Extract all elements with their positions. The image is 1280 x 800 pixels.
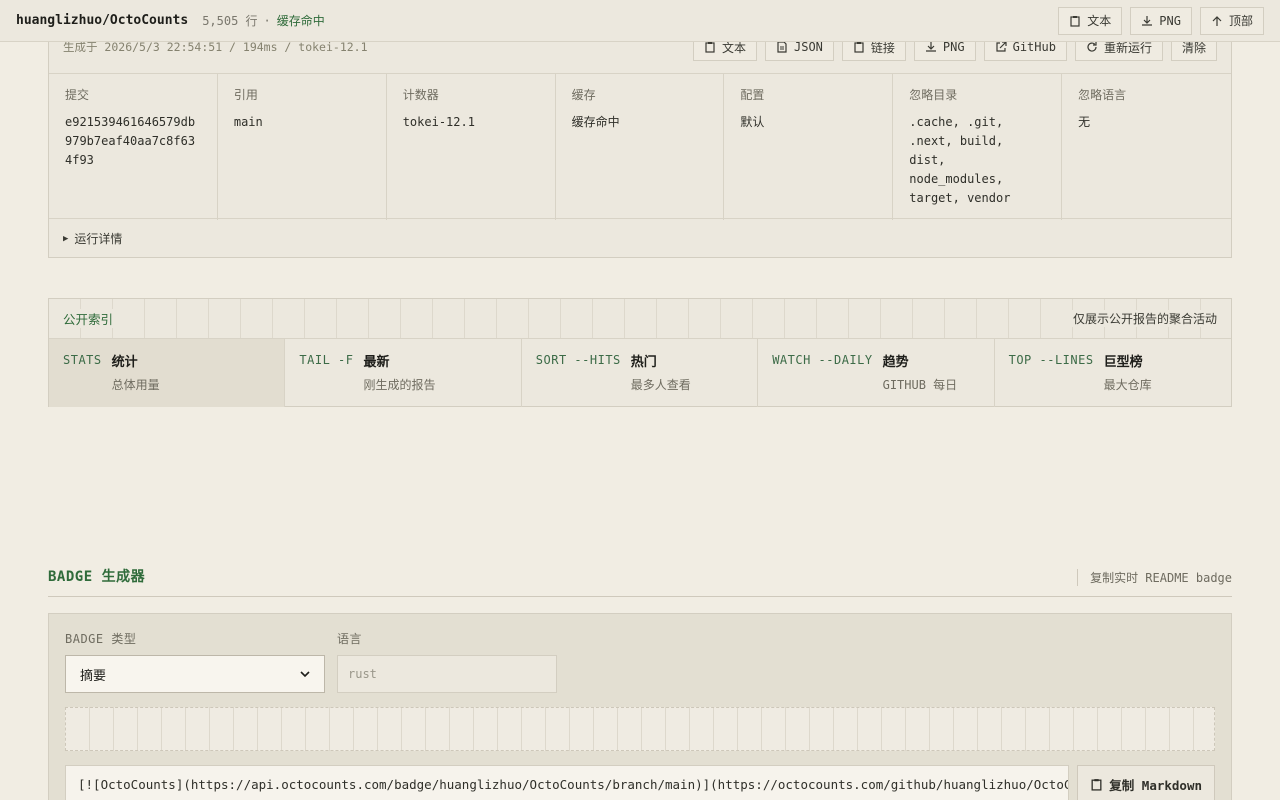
run-png-label: PNG (942, 40, 965, 54)
meta-value: .cache, .git, .next, build, dist, node_m… (909, 115, 1011, 205)
clipboard-icon (705, 42, 715, 53)
tab-stats[interactable]: STATS 统计 总体用量 (49, 339, 286, 407)
run-json-label: JSON (794, 40, 823, 54)
download-png-button[interactable]: PNG (1130, 6, 1192, 35)
meta-key: 计数器 (402, 88, 439, 102)
markdown-snippet[interactable]: [![OctoCounts](https://api.octocounts.co… (65, 765, 1070, 800)
copy-markdown-button[interactable]: 复制 Markdown (1077, 765, 1215, 800)
badge-type-field: BADGE 类型 摘要 (65, 630, 325, 693)
repo-name[interactable]: huanglizhuo/OctoCounts (16, 13, 188, 28)
tab-label: 统计 (111, 355, 138, 370)
meta-key: 忽略目录 (909, 88, 958, 102)
tab-label: 巨型榜 (1103, 355, 1143, 370)
download-icon (1142, 15, 1153, 26)
clipboard-icon (1070, 15, 1080, 27)
meta-ref: 引用 main (218, 74, 387, 220)
separator: · (263, 13, 271, 28)
tab-trending[interactable]: WATCH --DAILY 趋势 GITHUB 每日 (758, 339, 995, 407)
tab-command: TOP --LINES (1008, 353, 1094, 367)
badge-generator-card: BADGE 类型 摘要 语言 rust [![OctoCounts](https… (48, 613, 1232, 800)
badge-type-label: BADGE 类型 (65, 632, 137, 646)
run-github-label: GitHub (1012, 40, 1056, 54)
public-index-note: 仅展示公开报告的聚合活动 (1068, 310, 1217, 327)
badge-preview (65, 707, 1215, 751)
tab-latest[interactable]: TAIL -F 最新 刚生成的报告 (285, 339, 522, 407)
tab-subtitle: 最大仓库 (1103, 378, 1152, 392)
run-details-toggle[interactable]: ▶ 运行详情 (49, 219, 1231, 258)
top-actions: 文本 PNG 顶部 (1058, 6, 1264, 35)
meta-value: 缓存命中 (571, 115, 620, 129)
tab-subtitle: 总体用量 (111, 378, 160, 392)
run-meta-grid: 提交 e921539461646579db979b7eaf40aa7c8f634… (49, 74, 1231, 220)
meta-value: e921539461646579db979b7eaf40aa7c8f634f93 (65, 115, 196, 167)
copy-markdown-label: 复制 Markdown (1109, 777, 1202, 793)
badge-type-select[interactable]: 摘要 (65, 655, 325, 693)
badge-fields: BADGE 类型 摘要 语言 rust (65, 630, 1215, 693)
meta-counter: 计数器 tokei-12.1 (387, 74, 556, 220)
file-icon (777, 41, 787, 53)
meta-commit: 提交 e921539461646579db979b7eaf40aa7c8f634… (49, 74, 218, 220)
tab-giants[interactable]: TOP --LINES 巨型榜 最大仓库 (995, 339, 1231, 407)
index-tabs: STATS 统计 总体用量 TAIL -F 最新 刚生成的报告 SORT --H… (49, 339, 1231, 407)
meta-value: 默认 (740, 115, 765, 129)
language-input[interactable]: rust (337, 655, 557, 693)
download-png-label: PNG (1159, 13, 1181, 28)
chevron-down-icon (300, 671, 310, 678)
clipboard-icon (1091, 778, 1102, 791)
copy-text-label: 文本 (1087, 14, 1112, 28)
badge-section-header: BADGE 生成器 复制实时 README badge (48, 566, 1232, 597)
meta-cache: 缓存 缓存命中 (556, 74, 725, 220)
meta-ignored-dirs: 忽略目录 .cache, .git, .next, build, dist, n… (893, 74, 1063, 220)
tab-label: 趋势 (882, 355, 909, 370)
download-icon (925, 42, 936, 52)
badge-heading: BADGE 生成器 (48, 569, 146, 585)
public-index-title: 公开索引 (63, 309, 118, 328)
tab-command: WATCH --DAILY (772, 353, 873, 367)
meta-ignored-langs: 忽略语言 无 (1062, 74, 1231, 220)
tab-subtitle: 最多人查看 (630, 378, 691, 392)
cache-status: 缓存命中 (276, 14, 325, 28)
tab-command: SORT --HITS (535, 353, 621, 367)
language-placeholder: rust (348, 667, 377, 681)
public-index-header: 公开索引 仅展示公开报告的聚合活动 (49, 299, 1231, 339)
clipboard-icon (854, 42, 864, 53)
meta-config: 配置 默认 (724, 74, 894, 220)
tab-label: 热门 (630, 355, 657, 370)
meta-value: 无 (1078, 115, 1091, 129)
top-bar: huanglizhuo/OctoCounts 5,505 行 · 缓存命中 文本… (0, 0, 1280, 42)
meta-value: main (233, 115, 263, 129)
run-details-label: 运行详情 (74, 232, 123, 246)
markdown-row: [![OctoCounts](https://api.octocounts.co… (65, 765, 1215, 800)
language-field: 语言 rust (337, 630, 557, 693)
scroll-top-button[interactable]: 顶部 (1199, 6, 1264, 35)
meta-key: 忽略语言 (1078, 88, 1127, 102)
scroll-top-label: 顶部 (1228, 14, 1253, 28)
tab-popular[interactable]: SORT --HITS 热门 最多人查看 (522, 339, 759, 407)
refresh-icon (1087, 42, 1097, 52)
line-count: 5,505 行 (202, 14, 258, 28)
meta-value: tokei-12.1 (402, 115, 475, 129)
meta-key: 引用 (233, 88, 258, 102)
language-label: 语言 (337, 632, 363, 646)
public-index-card: 公开索引 仅展示公开报告的聚合活动 STATS 统计 总体用量 TAIL -F … (48, 298, 1232, 407)
run-card: 生成于 2026/5/3 22:54:51 / 194ms / tokei-12… (48, 20, 1232, 258)
copy-text-button[interactable]: 文本 (1058, 6, 1123, 35)
tab-label: 最新 (363, 355, 390, 370)
tab-subtitle: GITHUB 每日 (882, 378, 958, 392)
tab-command: TAIL -F (299, 353, 354, 367)
badge-type-value: 摘要 (80, 668, 107, 684)
tab-command: STATS (63, 353, 102, 367)
badge-copy-hint: 复制实时 README badge (1077, 569, 1232, 586)
meta-key: 配置 (740, 88, 765, 102)
tab-subtitle: 刚生成的报告 (363, 378, 436, 392)
external-link-icon (996, 41, 1007, 52)
arrow-up-icon (1212, 15, 1222, 26)
meta-key: 提交 (65, 88, 90, 102)
expand-triangle-icon: ▶ (63, 233, 69, 244)
meta-key: 缓存 (571, 88, 596, 102)
